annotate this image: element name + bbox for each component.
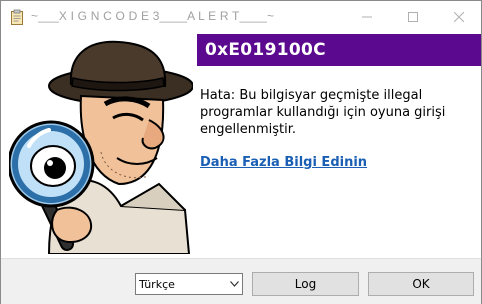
maximize-icon [408,7,418,26]
chevron-down-icon [226,274,242,294]
ok-button[interactable]: OK [368,272,474,296]
alert-window: ~___X I G N C O D E 3____A L E R T____~ [0,0,482,304]
minimize-icon [362,7,372,26]
minimize-button[interactable] [344,1,390,32]
log-button[interactable]: Log [252,272,359,296]
dialog-footer: Türkçe Log OK [1,258,481,304]
close-button[interactable] [436,1,482,32]
window-title: ~___X I G N C O D E 3____A L E R T____~ [31,9,275,23]
clipboard-icon [9,9,25,25]
error-message: Hata: Bu bilgisyar geçmişte illegal prog… [200,88,446,137]
close-icon [453,7,465,26]
error-code: 0xE019100C [205,40,326,60]
dialog-content: 0xE019100C Hata: Bu bilgisyar geçmişte i… [1,32,481,258]
spy-illustration-icon [9,40,193,254]
title-bar[interactable]: ~___X I G N C O D E 3____A L E R T____~ [1,1,481,32]
more-info-link[interactable]: Daha Fazla Bilgi Edinin [200,155,367,170]
maximize-button[interactable] [390,1,436,32]
language-selected-value: Türkçe [139,277,175,291]
language-select[interactable]: Türkçe [135,273,243,295]
error-banner: 0xE019100C [197,34,481,66]
